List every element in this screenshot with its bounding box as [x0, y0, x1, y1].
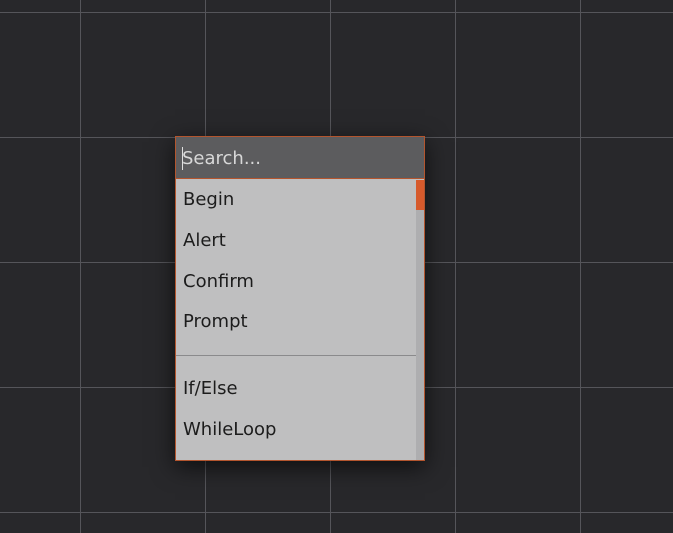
menu-item-begin[interactable]: Begin	[176, 180, 416, 220]
menu-item-if-else[interactable]: If/Else	[176, 369, 416, 409]
menu-divider	[176, 355, 416, 356]
menu-item-confirm[interactable]: Confirm	[176, 262, 416, 302]
text-caret	[182, 147, 183, 170]
scrollbar-thumb[interactable]	[416, 180, 424, 210]
menu-item-while-loop[interactable]: WhileLoop	[176, 410, 416, 450]
node-type-list: Begin Alert Confirm Prompt If/Else While…	[176, 180, 416, 460]
menu-item-alert[interactable]: Alert	[176, 221, 416, 261]
search-box	[176, 137, 424, 179]
node-search-popup: Begin Alert Confirm Prompt If/Else While…	[175, 136, 425, 461]
search-input[interactable]	[176, 137, 424, 179]
menu-item-prompt[interactable]: Prompt	[176, 302, 416, 342]
list-scrollbar[interactable]	[416, 180, 424, 460]
